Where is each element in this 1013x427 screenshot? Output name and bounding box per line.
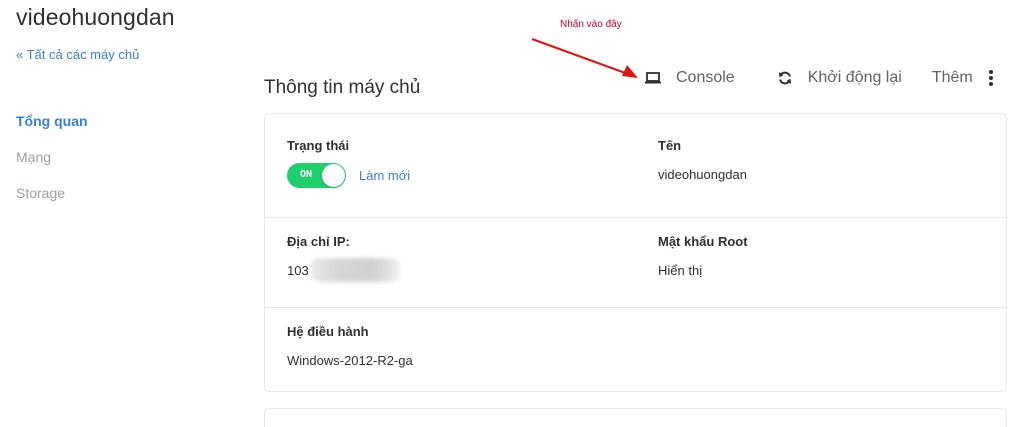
status-label: Trạng thái [287, 138, 350, 153]
sidebar-item-storage[interactable]: Storage [16, 185, 88, 221]
secondary-card [264, 408, 1007, 427]
page-title: videohuongdan [16, 4, 175, 30]
name-value: videohuongdan [658, 167, 747, 182]
toggle-knob [322, 164, 345, 187]
root-password-field: Mật khẩu Root Hiển thị [658, 234, 748, 278]
restart-label: Khởi động lại [807, 69, 902, 86]
ip-field: Địa chỉ IP: 103 [287, 234, 399, 282]
power-toggle[interactable]: ON [287, 163, 346, 188]
root-password-label: Mật khẩu Root [658, 234, 748, 249]
name-field: Tên videohuongdan [658, 138, 747, 182]
kebab-menu-icon [981, 68, 1001, 88]
ip-redaction-blur [310, 258, 399, 282]
section-title: Thông tin máy chủ [264, 77, 421, 98]
show-root-password-link[interactable]: Hiển thị [658, 263, 748, 278]
sidebar-nav: Tổng quan Mạng Storage [16, 113, 88, 221]
server-toolbar: Console Khởi động lại Thêm [640, 68, 1001, 88]
server-info-card: Trạng thái ON Làm mới Tên videohuongdan … [264, 113, 1007, 392]
restart-button[interactable]: Khởi động lại [775, 68, 902, 88]
more-label: Thêm [931, 69, 973, 86]
refresh-icon [775, 68, 795, 88]
sidebar-item-overview[interactable]: Tổng quan [16, 113, 88, 149]
ip-label: Địa chỉ IP: [287, 234, 350, 249]
console-label: Console [676, 69, 735, 86]
annotation-arrow [531, 38, 638, 78]
name-label: Tên [658, 138, 682, 153]
more-button[interactable]: Thêm [932, 68, 1001, 88]
sidebar-item-network[interactable]: Mạng [16, 149, 88, 185]
os-value: Windows-2012-R2-ga [287, 353, 413, 368]
os-label: Hệ điều hành [287, 324, 369, 339]
status-field: Trạng thái ON Làm mới [287, 138, 410, 188]
os-field: Hệ điều hành Windows-2012-R2-ga [287, 324, 413, 368]
annotation-label: Nhấn vào đây [560, 19, 622, 30]
laptop-icon [643, 68, 663, 88]
refresh-status-link[interactable]: Làm mới [359, 168, 410, 183]
toggle-state-text: ON [300, 169, 313, 180]
ip-value: 103 [287, 262, 309, 278]
console-button[interactable]: Console [643, 68, 735, 88]
back-to-servers-link[interactable]: « Tất cả các máy chủ [16, 47, 139, 62]
